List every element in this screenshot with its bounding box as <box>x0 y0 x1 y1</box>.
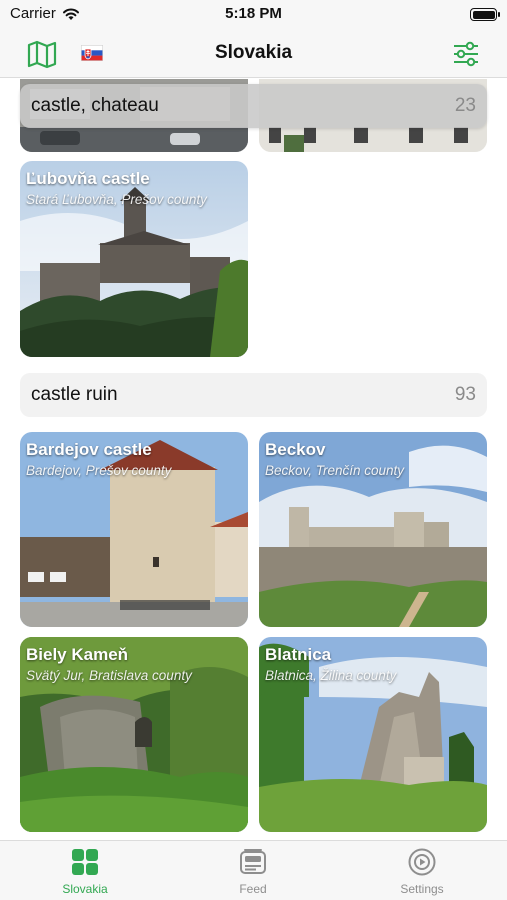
place-card-beckov[interactable]: Beckov Beckov, Trenčín county <box>259 432 487 627</box>
place-card-bardejov-castle[interactable]: Bardejov castle Bardejov, Prešov county <box>20 432 248 627</box>
tab-bar: Slovakia Feed Settings <box>0 840 507 900</box>
place-photo <box>20 432 248 627</box>
section-header-castle-chateau[interactable]: castle, chateau 23 <box>20 84 487 128</box>
place-title: Blatnica <box>265 645 332 664</box>
place-title: Ľubovňa castle <box>26 169 150 188</box>
place-location: Svätý Jur, Bratislava county <box>26 668 192 683</box>
section-count: 93 <box>454 384 476 405</box>
page-title: Slovakia <box>214 42 293 63</box>
place-photo <box>20 637 248 832</box>
place-list[interactable]: castle, chateau 23 Ľubovňa castle Stará … <box>0 79 507 840</box>
navigation-bar: Slovakia <box>0 30 507 78</box>
place-location: Bardejov, Prešov county <box>26 463 172 478</box>
place-card-biely-kamen[interactable]: Biely Kameň Svätý Jur, Bratislava county <box>20 637 248 832</box>
place-title: Beckov <box>265 440 326 459</box>
tab-slovakia[interactable]: Slovakia <box>25 847 145 897</box>
status-bar: Carrier 5:18 PM <box>0 0 507 30</box>
place-card-lubovna-castle[interactable]: Ľubovňa castle Stará Ľubovňa, Prešov cou… <box>20 161 248 357</box>
place-location: Stará Ľubovňa, Prešov county <box>26 192 207 207</box>
place-card-blatnica[interactable]: Blatnica Blatnica, Žilina county <box>259 637 487 832</box>
battery-icon <box>470 8 500 21</box>
tab-label: Feed <box>239 882 267 896</box>
tab-feed[interactable]: Feed <box>193 847 313 897</box>
tab-label: Settings <box>400 882 444 896</box>
place-location: Blatnica, Žilina county <box>265 668 397 683</box>
section-title: castle ruin <box>31 384 118 405</box>
place-photo <box>20 161 248 357</box>
status-time: 5:18 PM <box>225 5 282 22</box>
feed-icon <box>240 849 266 874</box>
place-photo <box>259 637 487 832</box>
section-header-castle-ruin[interactable]: castle ruin 93 <box>20 373 487 417</box>
place-photo <box>259 432 487 627</box>
filter-sliders-icon[interactable] <box>451 39 481 69</box>
tab-settings[interactable]: Settings <box>362 847 482 897</box>
settings-icon <box>408 848 436 876</box>
place-title: Bardejov castle <box>26 440 152 459</box>
section-title: castle, chateau <box>31 95 159 116</box>
grid-icon <box>72 849 98 875</box>
place-location: Beckov, Trenčín county <box>265 463 405 478</box>
tab-label: Slovakia <box>62 882 108 896</box>
place-title: Biely Kameň <box>26 645 129 664</box>
section-count: 23 <box>454 95 476 116</box>
